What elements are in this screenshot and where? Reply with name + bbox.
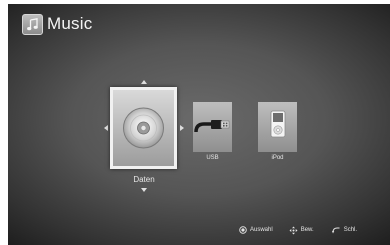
hint-move-label: Bew. [300,227,314,233]
ipod-icon [270,110,286,138]
hint-select-label: Auswahl [250,227,273,233]
source-tile-usb[interactable] [193,102,232,152]
arrow-down-icon[interactable] [141,188,147,192]
return-icon [331,227,340,234]
direction-pad-icon [289,226,298,234]
hint-move: Bew. [289,226,314,235]
source-tile-ipod[interactable] [258,102,297,152]
disc-icon [123,107,164,149]
screen: Music Daten USB iPod Auswahl Bew. Schl. [0,0,390,245]
source-tile-daten[interactable] [110,87,177,169]
menu-header: Music [22,11,92,37]
music-note-icon [22,13,43,35]
arrow-right-icon[interactable] [180,125,184,131]
button-hints: Auswahl Bew. Schl. [228,223,388,237]
arrow-left-icon[interactable] [104,125,108,131]
hint-select: Auswahl [239,226,273,234]
arrow-up-icon[interactable] [141,80,147,84]
music-menu: Music Daten USB iPod Auswahl Bew. Schl. [8,4,390,245]
hint-close-label: Schl. [343,227,358,233]
usb-plug-icon [194,120,230,133]
enter-button-icon [239,226,247,234]
source-label-usb: USB [206,155,219,161]
source-label-ipod: iPod [271,155,284,161]
source-label-daten: Daten [133,175,155,184]
page-title: Music [47,14,93,33]
hint-close: Schl. [331,226,357,234]
